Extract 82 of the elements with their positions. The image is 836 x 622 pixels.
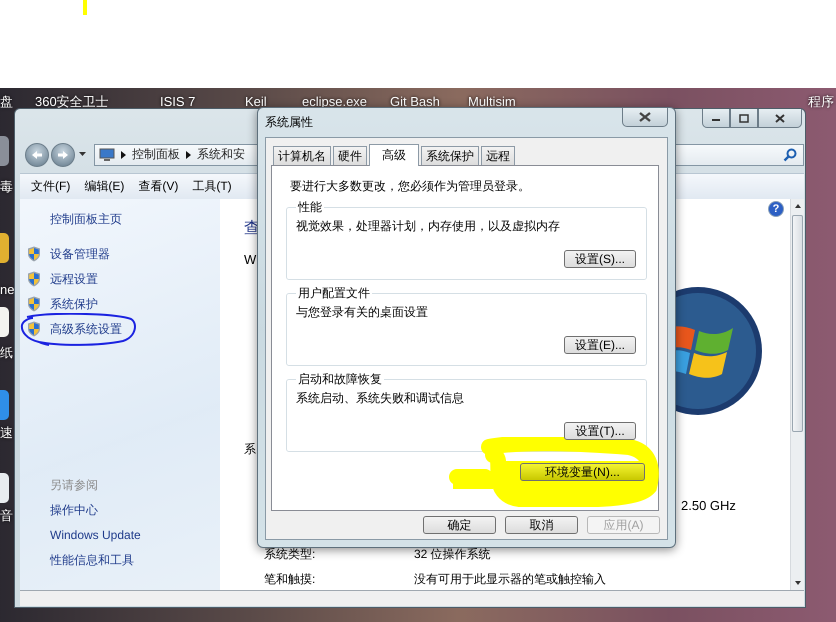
- close-button[interactable]: [758, 109, 802, 128]
- heading-text: 查: [244, 218, 260, 239]
- dialog-button[interactable]: 取消: [505, 516, 578, 534]
- breadcrumb-item[interactable]: 系统和安: [197, 146, 245, 164]
- description-text: 与您登录有关的桌面设置: [296, 305, 428, 319]
- sidebar-link[interactable]: 系统保护: [50, 296, 98, 313]
- triangle-icon[interactable]: [121, 150, 126, 159]
- group-title: 性能: [296, 200, 323, 214]
- description-text: 视觉效果，处理器计划，内存使用，以及虚拟内存: [296, 219, 560, 233]
- desktop-icon-label[interactable]: Keil: [245, 94, 267, 109]
- sidebar-link[interactable]: 控制面板主页: [50, 212, 122, 226]
- shield-icon: [27, 296, 41, 312]
- maximize-button[interactable]: [730, 109, 758, 128]
- tab[interactable]: 远程: [481, 146, 515, 165]
- group-title: 用户配置文件: [297, 286, 371, 300]
- environment-variables-button[interactable]: 环境变量(N)...: [520, 463, 645, 481]
- value-text: 32 位操作系统: [414, 546, 491, 561]
- scrollbar-thumb[interactable]: [792, 214, 803, 432]
- menu-item[interactable]: 查看(V): [138, 178, 178, 195]
- search-icon[interactable]: [783, 148, 797, 162]
- desktop-icon-label[interactable]: 音: [0, 508, 13, 523]
- desktop-icon-label[interactable]: 毒: [0, 179, 13, 194]
- sidebar-link[interactable]: 设备管理器: [50, 246, 110, 263]
- dialog-button[interactable]: 确定: [423, 516, 496, 534]
- settings-button[interactable]: 设置(S)...: [564, 250, 636, 268]
- dropdown-icon[interactable]: [79, 152, 86, 158]
- app-icon[interactable]: [0, 307, 9, 337]
- shield-icon: [27, 271, 41, 288]
- desktop-icon-label[interactable]: eclipse.exe: [302, 94, 368, 109]
- computer-icon: [99, 148, 115, 162]
- app-icon[interactable]: [0, 473, 9, 503]
- tab[interactable]: 高级: [369, 144, 419, 166]
- sidebar-link[interactable]: 性能信息和工具: [50, 548, 134, 573]
- menu-item[interactable]: 文件(F): [31, 178, 70, 195]
- tab[interactable]: 计算机名: [273, 146, 331, 165]
- window-title: 系统属性: [265, 115, 313, 129]
- help-icon[interactable]: ?: [768, 200, 784, 217]
- right-arrow-icon: [57, 150, 69, 160]
- desktop-icon-label[interactable]: 360安全卫士: [35, 94, 109, 109]
- triangle-icon[interactable]: [186, 150, 191, 159]
- sidebar-link[interactable]: 操作中心: [50, 498, 98, 523]
- close-icon: [775, 114, 785, 122]
- notice-text: 要进行大多数更改，您必须作为管理员登录。: [290, 179, 531, 193]
- settings-button[interactable]: 设置(T)...: [564, 422, 636, 440]
- desktop-icon-label[interactable]: 速: [0, 425, 13, 440]
- maximize-icon: [739, 114, 749, 122]
- value-text: 没有可用于此显示器的笔或触控输入: [414, 572, 606, 586]
- desktop-icon-label[interactable]: Git Bash: [390, 94, 440, 109]
- left-arrow-icon: [31, 150, 43, 160]
- group-title: 启动和故障恢复: [297, 372, 383, 386]
- menu-item[interactable]: 编辑(E): [84, 178, 124, 195]
- shield-icon: [27, 321, 41, 338]
- sidebar-link[interactable]: 高级系统设置: [50, 320, 122, 338]
- shield-icon: [27, 246, 41, 262]
- highlighter-mark: [83, 0, 87, 15]
- close-button[interactable]: [622, 108, 668, 127]
- breadcrumb-item[interactable]: 控制面板: [132, 146, 180, 164]
- subtitle-text: W: [244, 252, 256, 267]
- forward-button[interactable]: [51, 142, 75, 167]
- sidebar-link[interactable]: Windows Update: [50, 522, 141, 548]
- desktop-icon-label[interactable]: ne: [0, 282, 14, 297]
- field-label: 笔和触摸:: [264, 572, 316, 586]
- desktop-icon-label[interactable]: 盘: [0, 94, 13, 109]
- app-icon[interactable]: [0, 233, 9, 263]
- section-label: 系: [244, 442, 256, 456]
- desktop-icon-label[interactable]: 程序: [808, 94, 834, 109]
- desktop-icon-label[interactable]: 纸: [0, 345, 13, 360]
- desktop-icon-label[interactable]: ISIS 7: [160, 94, 196, 109]
- minimize-button[interactable]: [702, 109, 730, 128]
- scrollbar[interactable]: [790, 198, 804, 590]
- section-title: 另请参阅: [50, 476, 98, 494]
- tab[interactable]: 硬件: [333, 146, 367, 165]
- value-text: 2.50 GHz: [681, 498, 736, 513]
- desktop-icon-label[interactable]: Multisim: [468, 94, 516, 109]
- sidebar-link[interactable]: 远程设置: [50, 270, 98, 288]
- field-label: 系统类型:: [264, 546, 316, 561]
- menu-item[interactable]: 工具(T): [192, 178, 232, 195]
- tab[interactable]: 系统保护: [421, 146, 479, 165]
- settings-button[interactable]: 设置(E)...: [564, 336, 636, 354]
- back-button[interactable]: [25, 142, 49, 167]
- description-text: 系统启动、系统失败和调试信息: [296, 391, 464, 405]
- close-icon: [639, 112, 651, 122]
